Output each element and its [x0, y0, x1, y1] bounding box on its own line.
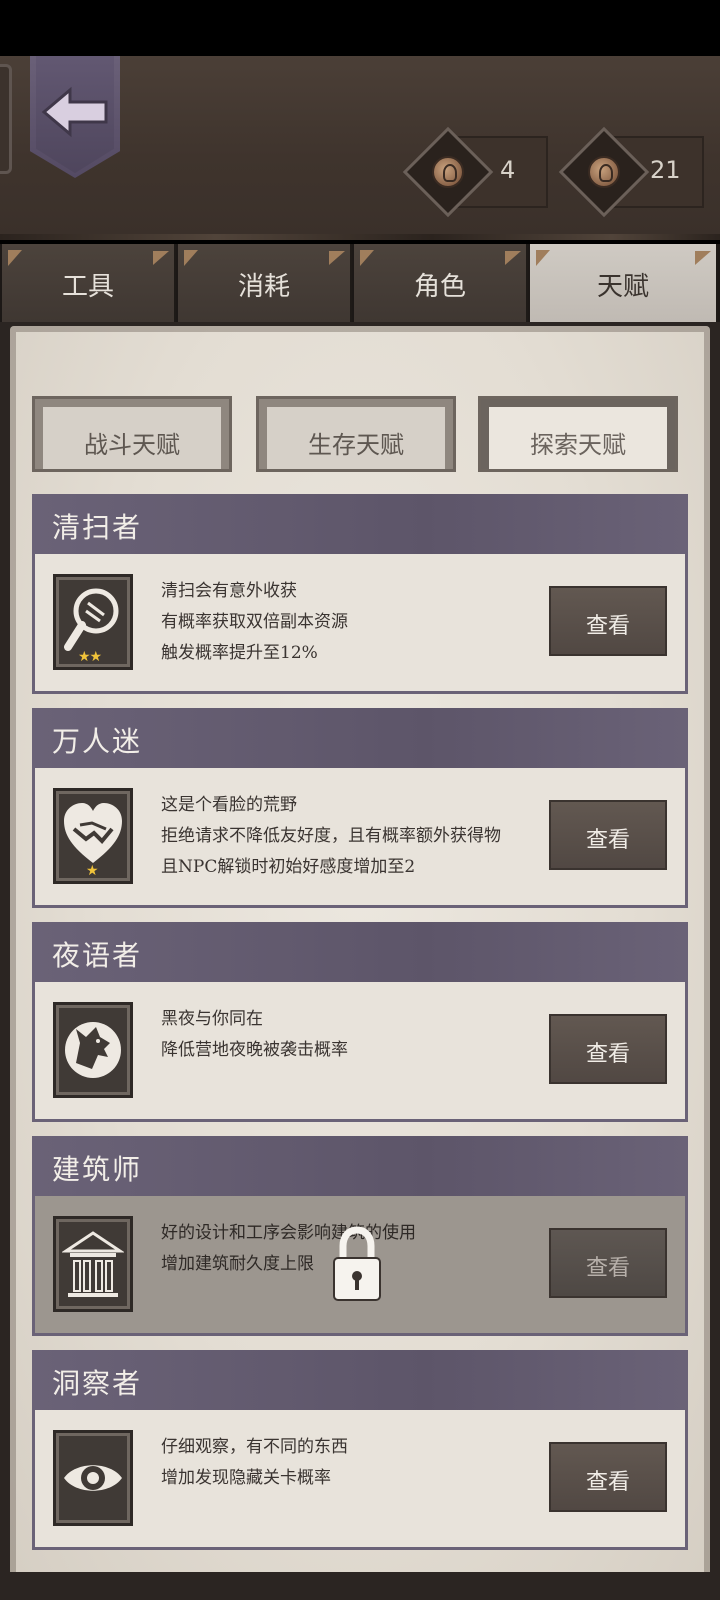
- star-rating: ★: [86, 863, 99, 879]
- status-bar: [0, 0, 720, 56]
- tab-talents[interactable]: 天赋: [530, 244, 718, 322]
- talent-title: 清扫者: [52, 511, 143, 544]
- view-button[interactable]: 查看: [549, 586, 667, 656]
- talent-icon-frame: [53, 1216, 133, 1312]
- talent-card-night-whisperer: 夜语者 黑夜与你同在 降低营地夜晚被袭击概率 查看: [32, 922, 688, 1122]
- talent-card-charmer: 万人迷 ★ 这是个看脸的荒野 拒绝请求不降低友好度，且有概率额外获得物 且NPC…: [32, 708, 688, 908]
- description-line: 清扫会有意外收获: [161, 581, 297, 601]
- talent-icon-frame: ★★: [53, 574, 133, 670]
- view-button-label: 查看: [585, 828, 630, 853]
- subtab-label: 生存天赋: [308, 431, 404, 459]
- description-line: 仔细观察，有不同的东西: [161, 1437, 348, 1457]
- currency-value: 21: [650, 156, 681, 184]
- lock-icon: [333, 1226, 381, 1301]
- tab-label: 角色: [413, 272, 466, 302]
- side-menu-stub[interactable]: [0, 64, 12, 174]
- parchment-panel: 战斗天赋 生存天赋 探索天赋 清扫者 ★★ 清扫会有意外收获 有概率获取双倍副本…: [10, 326, 710, 1600]
- talent-description: 这是个看脸的荒野 拒绝请求不降低友好度，且有概率额外获得物 且NPC解锁时初始好…: [161, 790, 561, 883]
- view-button[interactable]: 查看: [549, 1228, 667, 1298]
- tab-tools[interactable]: 工具: [2, 244, 176, 322]
- tab-consumables[interactable]: 消耗: [178, 244, 352, 322]
- wolf-icon: [65, 1022, 121, 1078]
- subtab-combat[interactable]: 战斗天赋: [32, 396, 232, 472]
- category-tabs: 工具 消耗 角色 天赋: [0, 244, 720, 322]
- view-button[interactable]: 查看: [549, 800, 667, 870]
- talent-description: 黑夜与你同在 降低营地夜晚被袭击概率: [161, 1004, 561, 1066]
- magnifier-icon: [64, 588, 119, 651]
- talent-title: 建筑师: [52, 1153, 143, 1186]
- view-button-label: 查看: [585, 1470, 630, 1495]
- view-button[interactable]: 查看: [549, 1014, 667, 1084]
- eye-icon: [64, 1465, 122, 1491]
- description-line: 增加发现隐藏关卡概率: [161, 1468, 331, 1488]
- talent-card-sweeper: 清扫者 ★★ 清扫会有意外收获 有概率获取双倍副本资源 触发概率提升至12% 查…: [32, 494, 688, 694]
- currency-widget-2: 21: [558, 126, 706, 218]
- talent-description: 清扫会有意外收获 有概率获取双倍副本资源 触发概率提升至12%: [161, 576, 561, 669]
- tab-label: 工具: [61, 272, 114, 302]
- description-line: 触发概率提升至12%: [161, 643, 318, 663]
- talent-icon-frame: [53, 1002, 133, 1098]
- currency-value: 4: [500, 156, 516, 184]
- handshake-heart-icon: [64, 803, 122, 863]
- coin-icon: [432, 156, 464, 188]
- view-button-label: 查看: [585, 1256, 630, 1281]
- description-line: 黑夜与你同在: [161, 1009, 263, 1029]
- subtab-survival[interactable]: 生存天赋: [256, 396, 456, 472]
- subtab-label: 战斗天赋: [84, 431, 180, 459]
- description-line: 这是个看脸的荒野: [161, 795, 297, 815]
- bottom-edge: [0, 1572, 720, 1600]
- star-rating: ★★: [78, 649, 102, 665]
- talent-title: 万人迷: [52, 725, 143, 758]
- talent-title: 洞察者: [52, 1367, 143, 1400]
- talent-icon-frame: ★: [53, 788, 133, 884]
- description-line: 降低营地夜晚被袭击概率: [161, 1040, 348, 1060]
- content-frame: 战斗天赋 生存天赋 探索天赋 清扫者 ★★ 清扫会有意外收获 有概率获取双倍副本…: [0, 322, 720, 1600]
- talent-description: 仔细观察，有不同的东西 增加发现隐藏关卡概率: [161, 1432, 561, 1494]
- description-line: 有概率获取双倍副本资源: [161, 612, 348, 632]
- tab-characters[interactable]: 角色: [354, 244, 528, 322]
- subtab-label: 探索天赋: [530, 431, 626, 459]
- header: 4 21: [0, 56, 720, 240]
- building-icon: [62, 1231, 124, 1297]
- back-button[interactable]: [30, 56, 120, 178]
- talent-card-architect: 建筑师 好的设计和工序会影响建筑的使用 增加建筑耐久度上限 查看: [32, 1136, 688, 1336]
- description-line: 且NPC解锁时初始好感度增加至2: [161, 857, 416, 877]
- view-button-label: 查看: [585, 614, 630, 639]
- view-button-label: 查看: [585, 1042, 630, 1067]
- tab-label: 天赋: [596, 272, 649, 302]
- talent-title: 夜语者: [52, 939, 143, 972]
- talent-card-observer: 洞察者 仔细观察，有不同的东西 增加发现隐藏关卡概率 查看: [32, 1350, 688, 1550]
- talent-icon-frame: [53, 1430, 133, 1526]
- currency-widget-1: 4: [402, 126, 550, 218]
- subtab-exploration[interactable]: 探索天赋: [478, 396, 678, 472]
- description-line: 拒绝请求不降低友好度，且有概率额外获得物: [161, 826, 501, 846]
- view-button[interactable]: 查看: [549, 1442, 667, 1512]
- tab-label: 消耗: [237, 272, 290, 302]
- coin-icon: [588, 156, 620, 188]
- back-arrow-icon: [41, 86, 108, 138]
